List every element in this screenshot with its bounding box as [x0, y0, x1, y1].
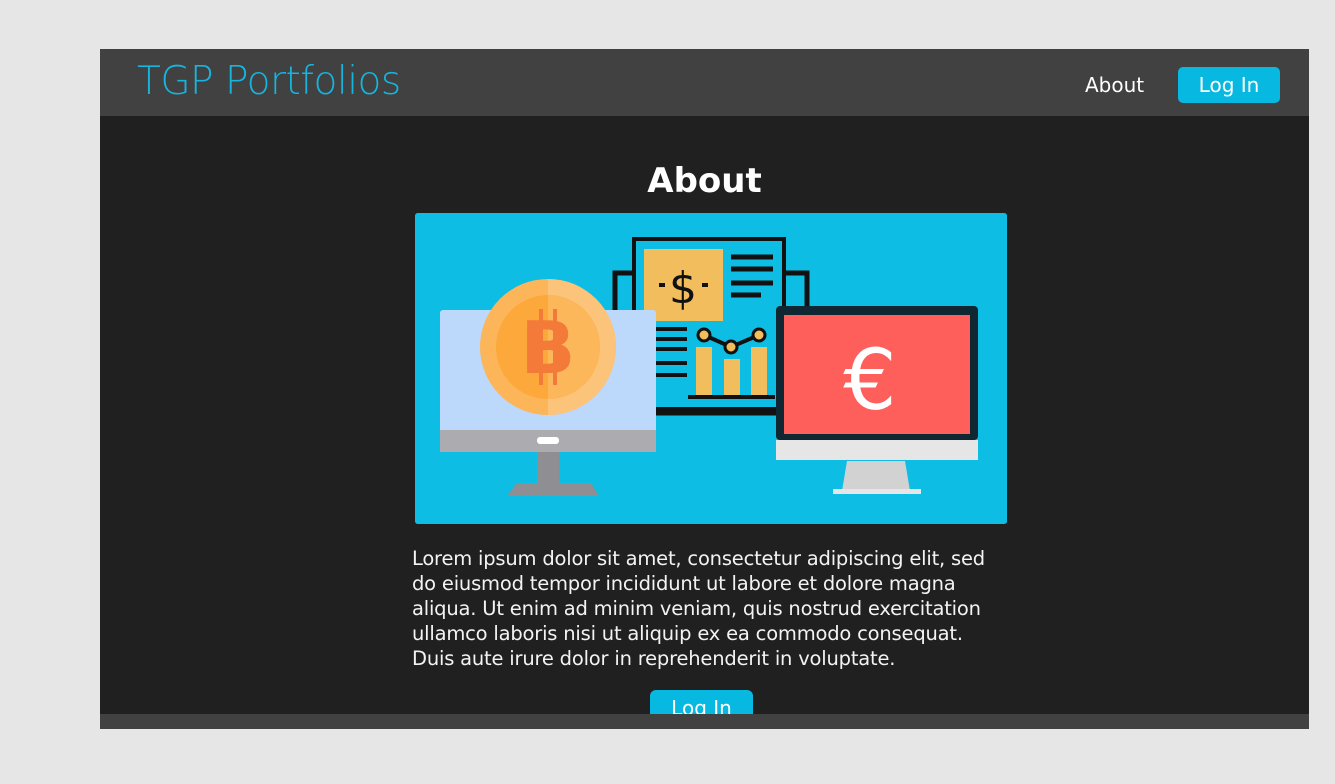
- nav-login-button[interactable]: Log In: [1178, 67, 1280, 103]
- app-frame: TGP Portfolios About Log In About $ B € …: [100, 49, 1309, 729]
- brand-logo-text[interactable]: TGP Portfolios: [137, 59, 401, 105]
- svg-text:€: €: [843, 331, 896, 429]
- svg-text:$: $: [669, 263, 697, 314]
- about-description: Lorem ipsum dolor sit amet, consectetur …: [412, 547, 985, 670]
- hero-illustration: $ B €: [415, 213, 1007, 524]
- svg-text:B: B: [521, 306, 576, 390]
- nav-about-link[interactable]: About: [1085, 73, 1144, 97]
- page-title: About: [647, 161, 762, 201]
- navbar: TGP Portfolios About Log In: [100, 49, 1309, 116]
- finance-illustration-icon: $ B €: [415, 213, 1007, 524]
- footer-bar: [100, 714, 1309, 729]
